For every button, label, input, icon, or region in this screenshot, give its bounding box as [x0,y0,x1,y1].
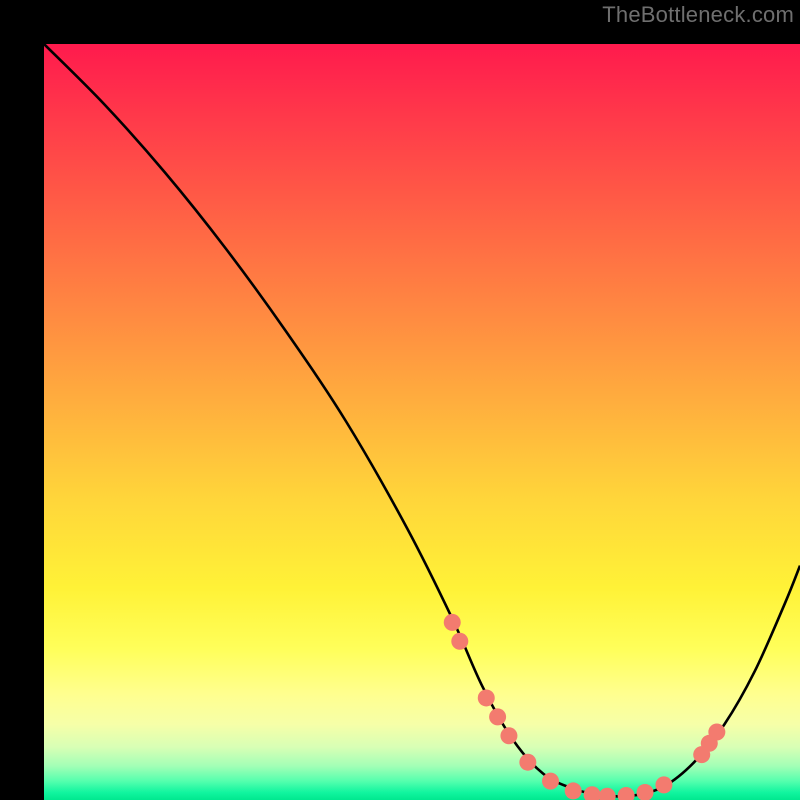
data-dot [565,782,582,799]
data-dot [519,754,536,771]
data-dot [451,633,468,650]
data-dot [542,773,559,790]
data-dot [478,689,495,706]
data-dot [655,776,672,793]
data-dot [637,784,654,800]
watermark-text: TheBottleneck.com [602,2,794,28]
data-dot [500,727,517,744]
data-dot [584,786,601,800]
data-dot [708,723,725,740]
data-dot [444,614,461,631]
plot-area [44,44,800,800]
chart-frame [22,22,778,778]
data-dot [599,788,616,800]
bottleneck-curve-svg [44,44,800,800]
data-dot [489,708,506,725]
data-dot [618,787,635,800]
bottleneck-curve [44,44,800,796]
